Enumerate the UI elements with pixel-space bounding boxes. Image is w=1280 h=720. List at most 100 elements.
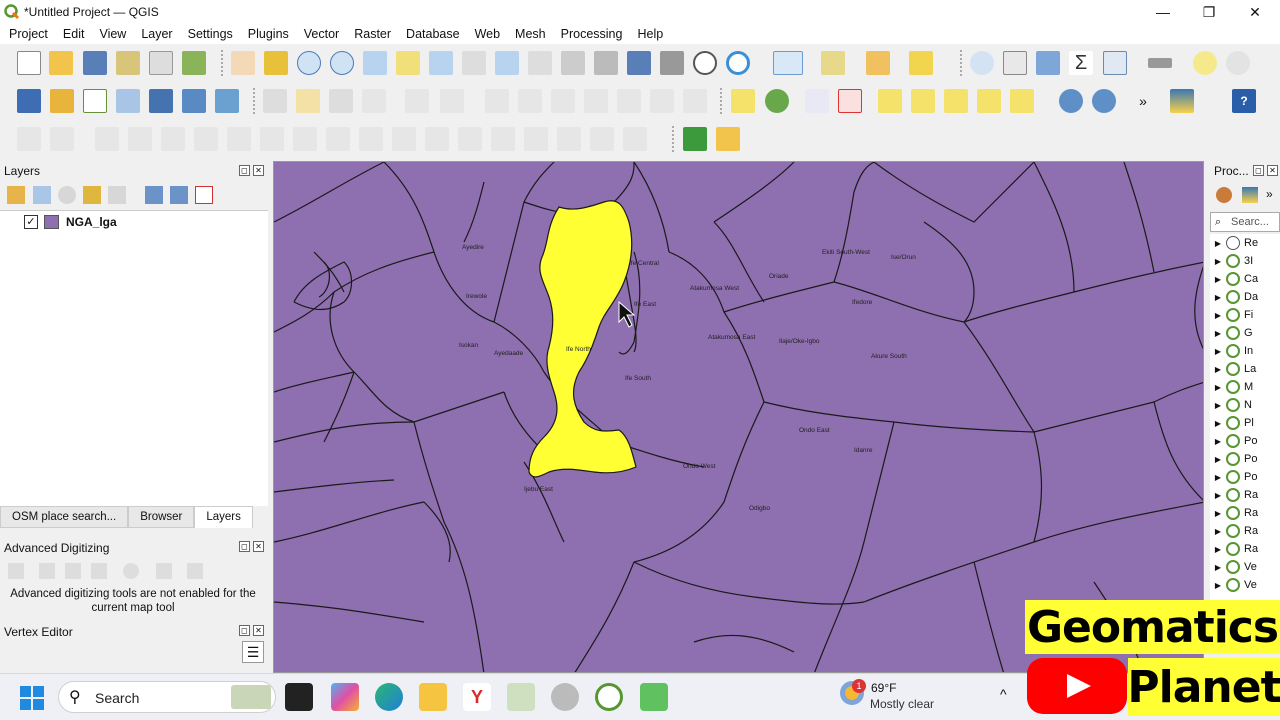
new-map-view-icon[interactable] xyxy=(561,51,585,75)
tab-browser[interactable]: Browser xyxy=(128,506,195,528)
delete-ring-icon[interactable] xyxy=(161,127,185,151)
diagram-options-icon[interactable] xyxy=(765,89,789,113)
arcgis-pro-icon[interactable] xyxy=(551,683,579,711)
map-svg[interactable]: Ayedire Irewole Isokan Ayedaade Ife Nort… xyxy=(274,162,1204,673)
merge-attributes-icon[interactable] xyxy=(392,127,416,151)
label-toolbar-icon[interactable] xyxy=(731,89,755,113)
processing-group[interactable]: ▶ Ca xyxy=(1210,270,1280,288)
quickmapservices-icon[interactable] xyxy=(1059,89,1083,113)
filter-expression-icon[interactable] xyxy=(108,186,126,204)
rotate-feature-icon[interactable] xyxy=(623,127,647,151)
modify-attributes-icon[interactable] xyxy=(440,89,464,113)
fill-ring-icon[interactable] xyxy=(128,127,152,151)
show-bookmarks-icon[interactable] xyxy=(660,51,684,75)
temporal-controller-icon[interactable] xyxy=(693,51,717,75)
add-ring-icon[interactable] xyxy=(50,127,74,151)
processing-group[interactable]: ▶ Pl xyxy=(1210,414,1280,432)
processing-group[interactable]: ▶ Ve xyxy=(1210,558,1280,576)
split-features-icon[interactable] xyxy=(293,127,317,151)
toolbar-overflow-icon[interactable]: » xyxy=(1131,89,1155,113)
highlight-pinned-labels-icon[interactable] xyxy=(805,89,829,113)
add-feature-icon[interactable] xyxy=(362,89,386,113)
undock-icon[interactable]: ◻ xyxy=(239,625,250,636)
qgis-taskbar-icon[interactable] xyxy=(595,683,623,711)
move-label-icon[interactable] xyxy=(911,89,935,113)
new-project-icon[interactable] xyxy=(17,51,41,75)
enable-advanced-digitizing-icon[interactable] xyxy=(17,127,41,151)
parallel-icon[interactable] xyxy=(65,563,81,579)
zoom-next-icon[interactable] xyxy=(528,51,552,75)
attribute-table-icon[interactable] xyxy=(1003,51,1027,75)
settings-gear-icon[interactable] xyxy=(1226,51,1250,75)
pan-hand-icon[interactable] xyxy=(231,51,255,75)
zoom-full-icon[interactable] xyxy=(363,51,387,75)
add-group-icon[interactable] xyxy=(33,186,51,204)
cut-features-icon[interactable] xyxy=(518,89,542,113)
label-properties-icon[interactable] xyxy=(1010,89,1034,113)
zoom-to-layer-icon[interactable] xyxy=(429,51,453,75)
cad-enable-icon[interactable] xyxy=(8,563,24,579)
yandex-browser-icon[interactable]: Y xyxy=(463,683,491,711)
processing-toolbox-icon[interactable] xyxy=(1036,51,1060,75)
new-3d-map-view-icon[interactable] xyxy=(594,51,618,75)
cad-settings-icon[interactable] xyxy=(123,563,139,579)
menu-vector[interactable]: Vector xyxy=(295,27,345,41)
processing-group[interactable]: ▶ Ra xyxy=(1210,522,1280,540)
pan-to-selection-icon[interactable] xyxy=(264,51,288,75)
processing-group[interactable]: ▶ Po xyxy=(1210,450,1280,468)
processing-group[interactable]: ▶ G xyxy=(1210,324,1280,342)
paste-features-icon[interactable] xyxy=(617,89,641,113)
menu-view[interactable]: View xyxy=(90,27,132,41)
panel-close-icon[interactable]: ✕ xyxy=(253,625,264,636)
geometry-checker-icon[interactable] xyxy=(716,127,740,151)
menu-edit[interactable]: Edit xyxy=(54,27,91,41)
open-table-icon[interactable] xyxy=(1103,51,1127,75)
menu-help[interactable]: Help xyxy=(628,27,669,41)
remove-layer-icon[interactable] xyxy=(195,186,213,204)
add-delimited-text-icon[interactable] xyxy=(116,89,140,113)
undock-icon[interactable]: ◻ xyxy=(239,165,250,176)
undock-icon[interactable]: ◻ xyxy=(239,541,250,552)
measure-line-icon[interactable] xyxy=(1148,58,1172,68)
meet-icon[interactable] xyxy=(640,683,668,711)
windows-start-icon[interactable] xyxy=(20,686,44,710)
web-globe-icon[interactable] xyxy=(1092,89,1116,113)
copy-features-icon[interactable] xyxy=(584,89,608,113)
zoom-in-icon[interactable] xyxy=(297,51,321,75)
menu-mesh[interactable]: Mesh xyxy=(506,27,552,41)
scissors-icon[interactable] xyxy=(551,89,575,113)
copilot-icon[interactable] xyxy=(331,683,359,711)
filter-legend-icon[interactable] xyxy=(83,186,101,204)
save-as-icon[interactable] xyxy=(116,51,140,75)
processing-group[interactable]: ▶ Ra xyxy=(1210,540,1280,558)
tab-osm-place-search[interactable]: OSM place search... xyxy=(0,506,129,528)
task-view-icon[interactable] xyxy=(285,683,313,711)
edge-browser-icon[interactable] xyxy=(375,683,403,711)
file-explorer-icon[interactable] xyxy=(419,683,447,711)
trim-extend-icon[interactable] xyxy=(491,127,515,151)
maximize-button[interactable]: ❐ xyxy=(1186,0,1232,24)
menu-project[interactable]: Project xyxy=(0,27,54,41)
processing-group[interactable]: ▶ La xyxy=(1210,360,1280,378)
save-edits-icon[interactable] xyxy=(329,89,353,113)
split-parts-icon[interactable] xyxy=(326,127,350,151)
select-features-icon[interactable] xyxy=(773,51,803,75)
expand-all-icon[interactable] xyxy=(145,186,163,204)
toolbar-overflow-icon[interactable]: » xyxy=(1266,187,1273,201)
zoom-native-icon[interactable] xyxy=(462,51,486,75)
pin-unpin-labels-icon[interactable] xyxy=(838,89,862,113)
show-hide-labels-icon[interactable] xyxy=(878,89,902,113)
data-source-manager-icon[interactable] xyxy=(17,89,41,113)
processing-group[interactable]: ▶ In xyxy=(1210,342,1280,360)
construction-mode-icon[interactable] xyxy=(39,563,55,579)
undock-icon[interactable]: ◻ xyxy=(1253,165,1264,176)
add-raster-layer-icon[interactable] xyxy=(182,89,206,113)
current-edits-icon[interactable] xyxy=(263,89,287,113)
layer-visibility-checkbox[interactable]: ✓ xyxy=(24,215,38,229)
taskbar-search-box[interactable]: ⚲ Search xyxy=(58,681,276,713)
panel-close-icon[interactable]: ✕ xyxy=(253,165,264,176)
menu-web[interactable]: Web xyxy=(466,27,506,41)
arcgis-icon[interactable] xyxy=(507,683,535,711)
undo-icon[interactable] xyxy=(650,89,674,113)
perpendicular-icon[interactable] xyxy=(91,563,107,579)
